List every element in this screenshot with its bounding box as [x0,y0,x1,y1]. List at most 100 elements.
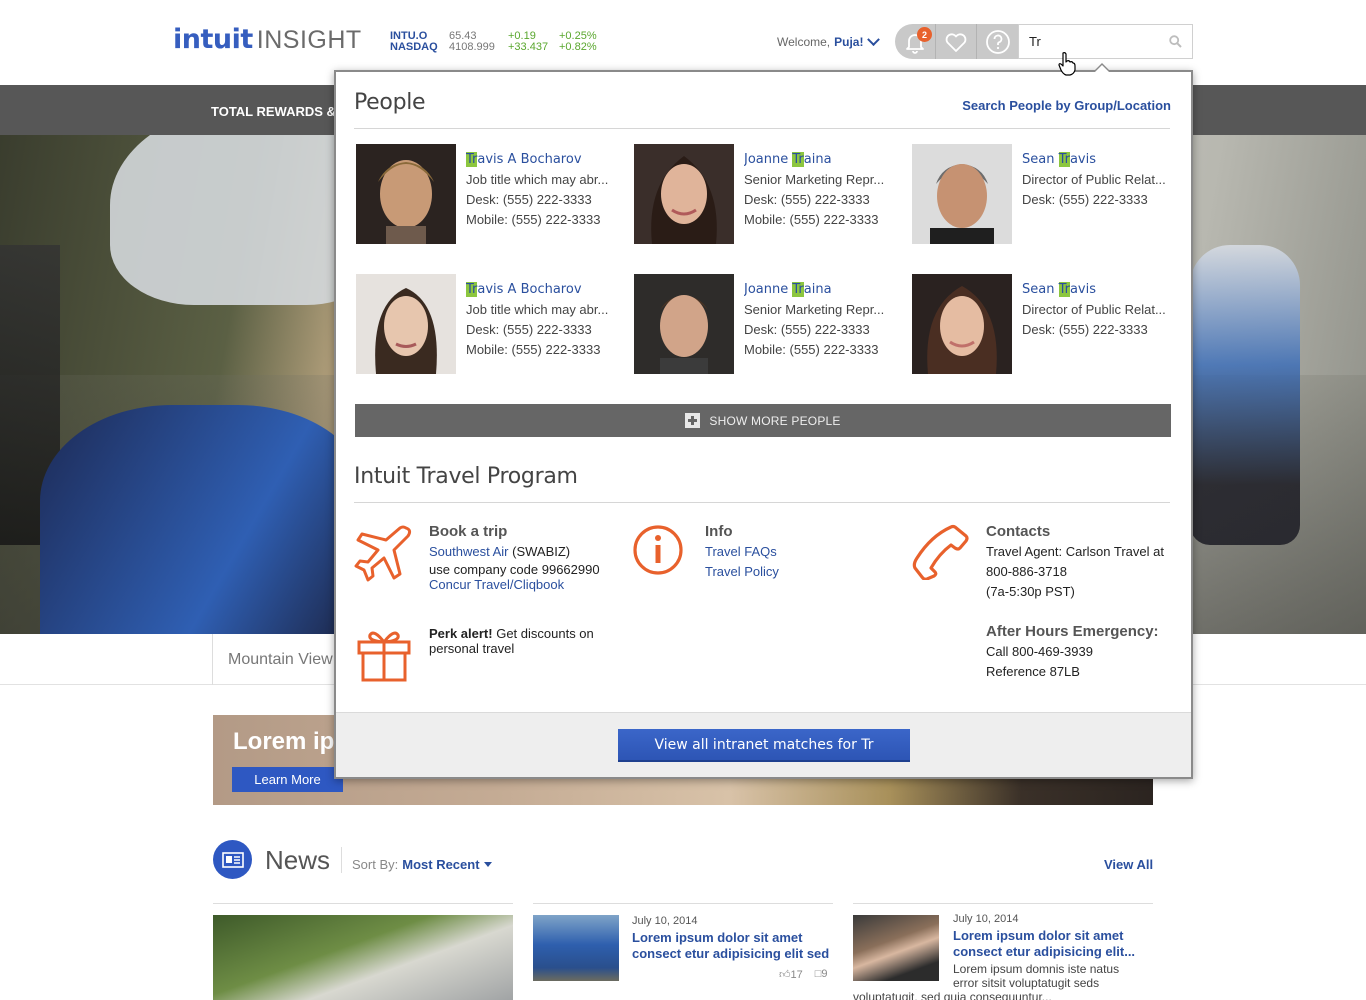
person-desk: Desk: (555) 222-3333 [744,192,870,207]
news-feature-card[interactable] [213,903,513,1000]
emergency-line: Call 800-469-3939 [986,644,1093,659]
comments-value: 9 [821,968,828,980]
person-result[interactable]: Joanne Traina Senior Marketing Repr... D… [634,144,904,244]
perk-line: Perk alert! Get discounts on [429,626,629,641]
dropdown-footer: View all intranet matches for Tr [336,712,1191,777]
thumbs-up-icon: 👍︎ [779,969,791,981]
person-desk: Desk: (555) 222-3333 [466,322,592,337]
ticker-change: +33.437 [508,41,549,53]
headline-line: Lorem ipsum dolor sit amet [632,930,803,945]
chevron-down-icon [867,32,881,46]
show-more-people-button[interactable]: SHOW MORE PEOPLE [355,404,1171,437]
name-match-highlight: Tr [1058,152,1070,167]
perk-alert-block: Perk alert! Get discounts on personal tr… [429,626,629,656]
caret-down-icon [483,862,492,867]
hand-cursor-icon [1058,52,1076,76]
person-result[interactable]: Travis A Bocharov Job title which may ab… [356,274,626,374]
person-photo [356,144,456,244]
search-input[interactable] [1019,25,1164,58]
learn-more-button[interactable]: Learn More [232,767,343,792]
headline-line: Lorem ipsum dolor sit amet [953,928,1124,943]
person-mobile: Mobile: (555) 222-3333 [744,212,879,227]
name-match-highlight: Tr [466,282,478,297]
person-name[interactable]: Joanne Traina [744,280,904,300]
person-result[interactable]: Travis A Bocharov Job title which may ab… [356,144,626,244]
name-part: Sean [1022,152,1059,167]
news-divider [341,847,342,873]
search-icon[interactable] [1169,35,1182,48]
person-mobile: Mobile: (555) 222-3333 [466,212,601,227]
search-people-by-group-link[interactable]: Search People by Group/Location [962,98,1171,113]
name-match-highlight: Tr [792,152,804,167]
person-name[interactable]: Travis A Bocharov [466,280,626,300]
help-button[interactable] [977,24,1018,59]
person-result[interactable]: Sean Travis Director of Public Relat... … [912,144,1182,244]
favorites-button[interactable] [936,24,977,59]
perk-line-2: personal travel [429,641,515,656]
southwest-air-link[interactable]: Southwest Air [429,544,509,559]
concur-travel-link[interactable]: Concur Travel/Cliqbook [429,577,619,592]
airline-line: Southwest Air (SWABIZ) [429,542,619,562]
sort-dropdown[interactable]: Sort By: Most Recent [352,857,492,872]
intuit-insight-logo[interactable]: intuit INSIGHT [173,24,362,55]
contacts-line: (7a-5:30p PST) [986,584,1075,599]
sort-value: Most Recent [402,857,480,872]
info-icon [633,525,683,575]
people-section-title: People [354,90,426,115]
name-part: Joanne [744,282,793,297]
like-count[interactable]: 👍︎17 [779,968,803,981]
view-all-news-link[interactable]: View All [1104,857,1153,872]
person-title: Senior Marketing Repr... [744,302,885,317]
travel-policy-link[interactable]: Travel Policy [705,562,875,582]
name-part: Sean [1022,282,1059,297]
emergency-block: After Hours Emergency: Call 800-469-3939… [986,622,1176,682]
name-match-highlight: Tr [792,282,804,297]
person-name[interactable]: Travis A Bocharov [466,150,626,170]
person-result[interactable]: Joanne Traina Senior Marketing Repr... D… [634,274,904,374]
news-headline[interactable]: Lorem ipsum dolor sit amet consect etur … [953,928,1153,960]
logo-word: intuit [173,24,253,55]
person-result[interactable]: Sean Travis Director of Public Relat... … [912,274,1182,374]
news-thumbnail [533,915,619,981]
travel-faqs-link[interactable]: Travel FAQs [705,542,875,562]
welcome-menu[interactable]: Welcome, Puja! [777,32,881,49]
summary-line: error sitsit voluptatugit seds [953,976,1100,990]
header-icon-group: 2 [895,24,1018,59]
view-all-intranet-matches-button[interactable]: View all intranet matches for Tr [618,729,910,762]
news-item[interactable]: July 10, 2014 Lorem ipsum dolor sit amet… [533,903,833,1000]
news-thumbnail [853,915,939,981]
travel-divider [354,502,1170,503]
ticker-percent: +0.82% [559,41,597,53]
person-photo [356,274,456,374]
info-heading: Info [705,523,733,540]
name-part: avis [1069,152,1097,167]
person-desk: Desk: (555) 222-3333 [1022,192,1148,207]
news-title: News [265,845,331,875]
info-block: Info Travel FAQs Travel Policy [705,522,875,582]
people-divider [354,128,1170,129]
notifications-button[interactable]: 2 [895,24,936,59]
news-headline[interactable]: Lorem ipsum dolor sit amet consect etur … [632,930,832,962]
nav-item-total-rewards[interactable]: TOTAL REWARDS & [211,104,336,119]
news-feature-image [213,915,513,1000]
likes-value: 17 [790,969,803,981]
summary-line: voluptatugit, sed quia consequuntur... [853,990,1052,1000]
comment-count[interactable]: □9 [815,968,828,981]
ticker-row: NASDAQ 4108.999 +33.437 +0.82% [390,42,609,53]
contacts-line: Travel Agent: Carlson Travel at [986,544,1164,559]
name-part: avis A Bocharov [477,282,582,297]
person-name[interactable]: Sean Travis [1022,280,1182,300]
hero-rider-right [1190,245,1300,545]
person-name[interactable]: Joanne Traina [744,150,904,170]
travel-section-title: Intuit Travel Program [354,464,578,489]
news-item[interactable]: July 10, 2014 Lorem ipsum dolor sit amet… [853,903,1153,1000]
name-part: aina [803,282,832,297]
newspaper-icon [213,840,252,879]
ticker-name: NASDAQ [390,41,438,53]
search-box [1018,24,1193,59]
person-name[interactable]: Sean Travis [1022,150,1182,170]
emergency-heading: After Hours Emergency: [986,623,1159,640]
person-desk: Desk: (555) 222-3333 [466,192,592,207]
person-title: Job title which may abr... [466,172,609,187]
perk-text: Get discounts on [492,626,594,641]
